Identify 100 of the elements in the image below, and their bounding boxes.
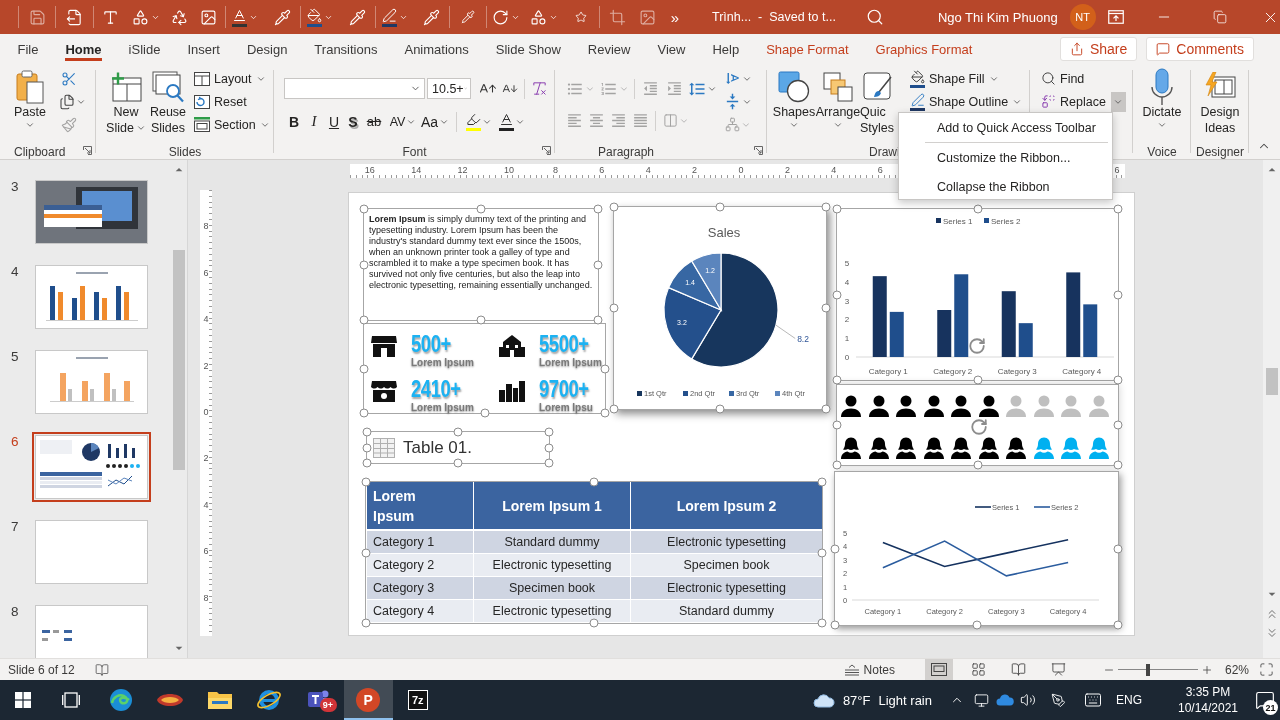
user-name[interactable]: Ngo Thi Kim Phuong — [937, 9, 1058, 25]
star-icon[interactable] — [575, 11, 587, 23]
increase-indent-icon[interactable] — [665, 80, 683, 97]
resize-handle[interactable] — [1113, 420, 1123, 430]
resize-handle[interactable] — [476, 204, 486, 214]
notes-icon[interactable] — [843, 663, 860, 676]
shapes-button[interactable]: Shapes — [772, 70, 816, 130]
taskbar-button[interactable]: P — [343, 680, 393, 720]
eyedropper-icon[interactable] — [348, 8, 366, 26]
design-ideas-button[interactable]: Design Ideas — [1191, 70, 1249, 136]
rotate-icon[interactable] — [492, 8, 509, 26]
weather-condition[interactable]: Light rain — [878, 692, 932, 708]
resize-handle[interactable] — [1113, 460, 1123, 470]
temperature[interactable]: 87°F — [842, 692, 871, 708]
save-icon[interactable] — [28, 8, 46, 26]
slide-thumbnail[interactable] — [32, 432, 151, 502]
paint-bucket-icon[interactable] — [307, 7, 322, 27]
monitor-icon[interactable] — [974, 692, 989, 708]
format-button[interactable]: ab — [362, 110, 386, 133]
section-button[interactable]: Section — [191, 113, 273, 136]
menu-item[interactable]: Customize the Ribbon... — [899, 143, 1112, 172]
taskbar-button[interactable]: 7z — [393, 680, 443, 720]
align-right-icon[interactable] — [609, 112, 627, 129]
book-icon[interactable] — [1011, 662, 1027, 677]
quick-styles-button[interactable]: Quic Styles — [860, 70, 896, 136]
rotate-handle-icon[interactable] — [970, 418, 988, 436]
image-icon[interactable] — [638, 8, 656, 26]
layout-icon[interactable] — [194, 71, 210, 86]
zoom-in-icon[interactable] — [1200, 663, 1213, 676]
format-button[interactable]: U — [324, 110, 344, 133]
shape-fill-button[interactable]: Shape Fill — [907, 67, 1026, 90]
new-slide-icon[interactable] — [110, 72, 142, 102]
slide-thumbnail[interactable] — [32, 347, 151, 417]
reset-icon[interactable] — [194, 94, 210, 109]
shapes-icon[interactable] — [778, 71, 810, 103]
comments-button[interactable]: Comments — [1146, 37, 1254, 61]
ribbon-tab[interactable]: Transitions — [300, 34, 391, 64]
caret-icon[interactable] — [1157, 120, 1167, 130]
input-language[interactable]: ENG — [1116, 693, 1142, 707]
slider-thumb[interactable] — [1146, 663, 1151, 676]
clipboard-icon[interactable] — [15, 70, 45, 104]
ribbon-display-icon[interactable] — [1107, 10, 1124, 24]
section-icon[interactable] — [194, 117, 210, 132]
clock-time[interactable]: 3:35 PM — [1185, 684, 1231, 700]
dictate-button[interactable]: Dictate — [1133, 70, 1191, 130]
file-export-icon[interactable] — [66, 8, 83, 26]
resize-handle[interactable] — [359, 315, 369, 325]
resize-handle[interactable] — [359, 364, 369, 373]
scissors-icon[interactable] — [61, 70, 77, 87]
slide-thumbnail[interactable] — [32, 177, 151, 247]
replace-button[interactable]: Replace — [1038, 90, 1109, 113]
resize-handle[interactable] — [715, 202, 725, 212]
shapes-icon[interactable] — [132, 8, 149, 26]
ribbon-tab[interactable]: Shape Format — [752, 34, 863, 64]
restore-icon[interactable] — [1212, 10, 1227, 24]
task-view-icon[interactable] — [62, 692, 81, 708]
arrange-button[interactable]: Arrange — [816, 70, 860, 130]
zoom-level[interactable]: 62% — [1224, 662, 1249, 677]
align-center-icon[interactable] — [587, 112, 605, 129]
resize-handle[interactable] — [1113, 544, 1123, 553]
resize-handle[interactable] — [359, 260, 369, 269]
replace-dropdown-button[interactable] — [1110, 91, 1126, 112]
caret-icon[interactable] — [135, 123, 146, 133]
volume-icon[interactable] — [1020, 692, 1036, 708]
dialog-launcher-icon[interactable] — [754, 146, 763, 155]
shape-outline-button[interactable]: Shape Outline — [907, 90, 1026, 113]
resize-handle[interactable] — [715, 404, 725, 414]
columns-icon[interactable] — [663, 113, 678, 128]
align-text-icon[interactable] — [724, 93, 741, 110]
clear-formatting-icon[interactable] — [530, 80, 548, 97]
slide-thumbnail[interactable] — [32, 602, 151, 658]
resize-handle[interactable] — [973, 204, 982, 214]
view-button[interactable] — [924, 659, 953, 680]
slides-search-icon[interactable] — [152, 71, 184, 103]
new-slide-button[interactable]: New Slide — [104, 70, 148, 136]
resize-handle[interactable] — [359, 204, 369, 214]
text-direction-icon[interactable] — [724, 70, 741, 87]
hierarchy-icon[interactable] — [725, 117, 740, 132]
slide-view-icon[interactable] — [930, 663, 947, 676]
font-color-icon[interactable] — [232, 7, 247, 27]
ribbon-tab[interactable]: Insert — [173, 34, 234, 64]
clock-date[interactable]: 10/14/2021 — [1177, 700, 1239, 716]
pen-icon[interactable] — [382, 7, 397, 27]
paint-bucket-icon[interactable] — [910, 69, 925, 88]
highlighter-icon[interactable] — [466, 112, 481, 131]
text-icon[interactable] — [101, 8, 119, 26]
notes-button[interactable]: Notes — [843, 662, 895, 677]
justify-icon[interactable] — [631, 112, 649, 129]
resize-handle[interactable] — [480, 408, 489, 418]
caret-icon[interactable] — [25, 120, 35, 130]
menu-item[interactable]: Add to Quick Access Toolbar — [899, 113, 1112, 142]
ribbon-tab[interactable]: View — [643, 34, 699, 64]
fit-to-window-icon[interactable] — [1259, 662, 1274, 677]
resize-handle[interactable] — [1113, 290, 1123, 299]
taskbar-button[interactable]: 9+ — [294, 680, 344, 720]
format-button[interactable]: B — [284, 110, 304, 133]
cloud-icon[interactable] — [812, 692, 835, 708]
resize-handle[interactable] — [1113, 204, 1123, 214]
resize-handle[interactable] — [1113, 375, 1123, 385]
presentation-icon[interactable] — [1051, 662, 1067, 677]
